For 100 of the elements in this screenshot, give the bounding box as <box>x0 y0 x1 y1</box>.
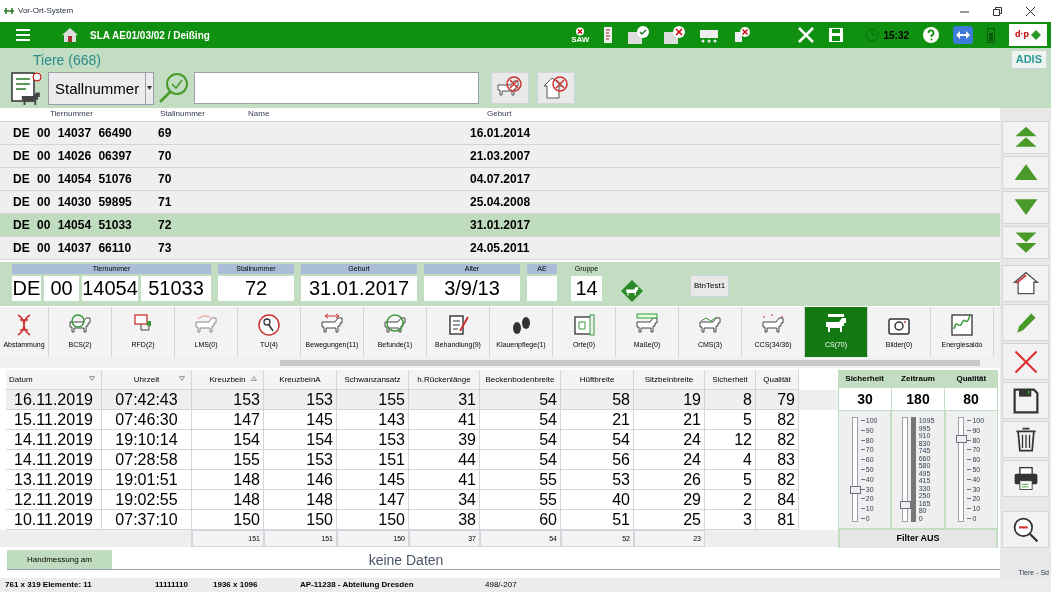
slider-value: 30 <box>839 388 891 410</box>
cross-badge-icon[interactable] <box>663 26 686 44</box>
slider-value: 180 <box>892 388 944 410</box>
sort-icon <box>179 376 185 381</box>
check-badge-icon[interactable] <box>627 26 650 44</box>
slider-value: 80 <box>945 388 997 410</box>
column-header[interactable]: Uhrzeit <box>102 370 192 390</box>
animal-row[interactable]: DE 00 14054 51076 70 04.07.2017 <box>0 168 1000 191</box>
field-value: 00 <box>44 276 79 301</box>
status-item: 498/-207 <box>485 580 517 590</box>
handmessung-label: Handmessung am <box>7 550 112 569</box>
field-value: 72 <box>218 276 294 301</box>
scroll-bottom-button[interactable] <box>1002 226 1049 259</box>
column-header[interactable]: Datum <box>6 370 102 390</box>
slider-label: Qualität <box>955 373 988 385</box>
filter-button[interactable]: Filter AUS <box>840 530 996 548</box>
map-icon <box>572 313 596 338</box>
clock-icon <box>865 28 880 42</box>
animal-row[interactable]: DE 00 14030 59895 71 25.04.2008 <box>0 191 1000 214</box>
brand-logo: ADIS <box>1010 50 1047 69</box>
field-value: DE <box>12 276 41 301</box>
slider-thumb[interactable] <box>899 500 911 509</box>
field-value: 31.01.2017 <box>301 276 417 301</box>
column-header[interactable]: Geburt <box>487 108 512 120</box>
zoom-out-icon <box>1011 515 1040 544</box>
clipboard-icon <box>446 313 470 338</box>
clear-animal-button[interactable] <box>491 72 530 104</box>
column-header[interactable]: Qualität <box>756 370 799 390</box>
column-header[interactable]: Kreuzbein <box>192 370 264 390</box>
field-value <box>527 276 557 301</box>
edit-button[interactable] <box>1002 304 1049 341</box>
list-cow-icon[interactable] <box>10 71 44 105</box>
sort-icon <box>251 376 257 381</box>
slider-track[interactable] <box>901 417 908 522</box>
search-icon[interactable] <box>158 72 191 104</box>
slider-track[interactable] <box>958 417 965 522</box>
restore-icon[interactable] <box>993 6 1002 16</box>
cross-badge-icon[interactable] <box>733 26 752 44</box>
list-title: Tiere (668) <box>33 51 101 70</box>
delete-button[interactable] <box>1002 343 1049 380</box>
field-value: 3/9/13 <box>424 276 520 301</box>
status-item: 761 x 319 Elemente: 11 <box>5 580 92 590</box>
column-header[interactable]: Stallnummer <box>160 108 205 120</box>
animal-row[interactable]: DE 00 14037 66490 69 16.01.2014 <box>0 122 1000 145</box>
save-icon[interactable] <box>829 28 844 42</box>
column-header[interactable]: Sicherheit <box>705 370 756 390</box>
search-field[interactable] <box>194 72 480 104</box>
animal-row[interactable]: DE 00 14026 06397 70 21.03.2007 <box>0 145 1000 168</box>
column-header[interactable]: h.Rückenlänge <box>409 370 480 390</box>
help-icon[interactable] <box>923 27 939 43</box>
menu-icon[interactable] <box>16 29 30 41</box>
column-header[interactable]: Hüftbreite <box>561 370 634 390</box>
save-button[interactable] <box>1002 382 1049 419</box>
clock-time: 15:32 <box>883 28 909 43</box>
home-icon[interactable] <box>62 28 78 42</box>
diamond-icon <box>1031 30 1041 40</box>
slider-track[interactable] <box>851 417 858 522</box>
sort-icon <box>89 376 95 381</box>
horizontal-scrollbar[interactable] <box>0 357 1000 368</box>
scroll-down-button[interactable] <box>1002 191 1049 224</box>
animal-row[interactable]: DE 00 14037 66110 73 24.05.2011 <box>0 237 1000 260</box>
caret-icon <box>147 86 153 90</box>
slider-label: Sicherheit <box>844 373 885 385</box>
field-value: 14 <box>571 276 602 301</box>
probe-icon <box>257 313 281 338</box>
column-header[interactable]: Beckenbodenbreite <box>480 370 561 390</box>
column-header[interactable]: Tiernummer <box>50 108 93 120</box>
slider-thumb[interactable] <box>849 486 861 495</box>
save-icon <box>1011 386 1040 415</box>
field-value: 51033 <box>141 276 211 301</box>
close-icon[interactable] <box>1026 6 1035 16</box>
scroll-top-button[interactable] <box>1002 121 1049 154</box>
saw-button[interactable]: SAW <box>571 26 590 44</box>
trash-button[interactable] <box>1002 421 1049 458</box>
scroll-up-button[interactable] <box>1002 156 1049 189</box>
status-item: AP-11238 - Abteilung Dresden <box>300 580 414 590</box>
handmessung-value: keine Daten <box>367 551 445 569</box>
column-header[interactable]: Schwanzansatz <box>337 370 409 390</box>
battery-icon <box>987 27 995 43</box>
slider-label: Zeitraum <box>900 373 936 385</box>
zoom-out-button[interactable] <box>1002 511 1049 548</box>
test-button[interactable]: BtnTest1 <box>690 275 730 297</box>
sync-icon[interactable] <box>953 26 973 44</box>
logo: d·p <box>1009 24 1047 46</box>
barn-button[interactable] <box>1002 265 1049 302</box>
ruler-icon[interactable] <box>603 27 614 43</box>
slider-thumb[interactable] <box>956 434 968 443</box>
column-header[interactable]: Sitzbeinbreite <box>634 370 705 390</box>
column-header[interactable]: KreuzbeinA <box>264 370 337 390</box>
cross-badge-icon <box>574 26 587 36</box>
column-header[interactable]: Name <box>248 108 270 120</box>
print-button[interactable] <box>1002 460 1049 497</box>
location-title: SLA AE01/03/02 / Deißing <box>90 28 210 43</box>
animal-row[interactable]: DE 00 14054 51033 72 31.01.2017 <box>0 214 1000 237</box>
cart-icon[interactable] <box>699 27 720 43</box>
field-value: 14054 <box>82 276 138 301</box>
house-cross-icon <box>542 76 571 100</box>
cow-diamond-icon[interactable] <box>621 280 643 302</box>
field-dropdown[interactable]: Stallnummer <box>48 71 155 105</box>
clear-barn-button[interactable] <box>537 72 576 104</box>
